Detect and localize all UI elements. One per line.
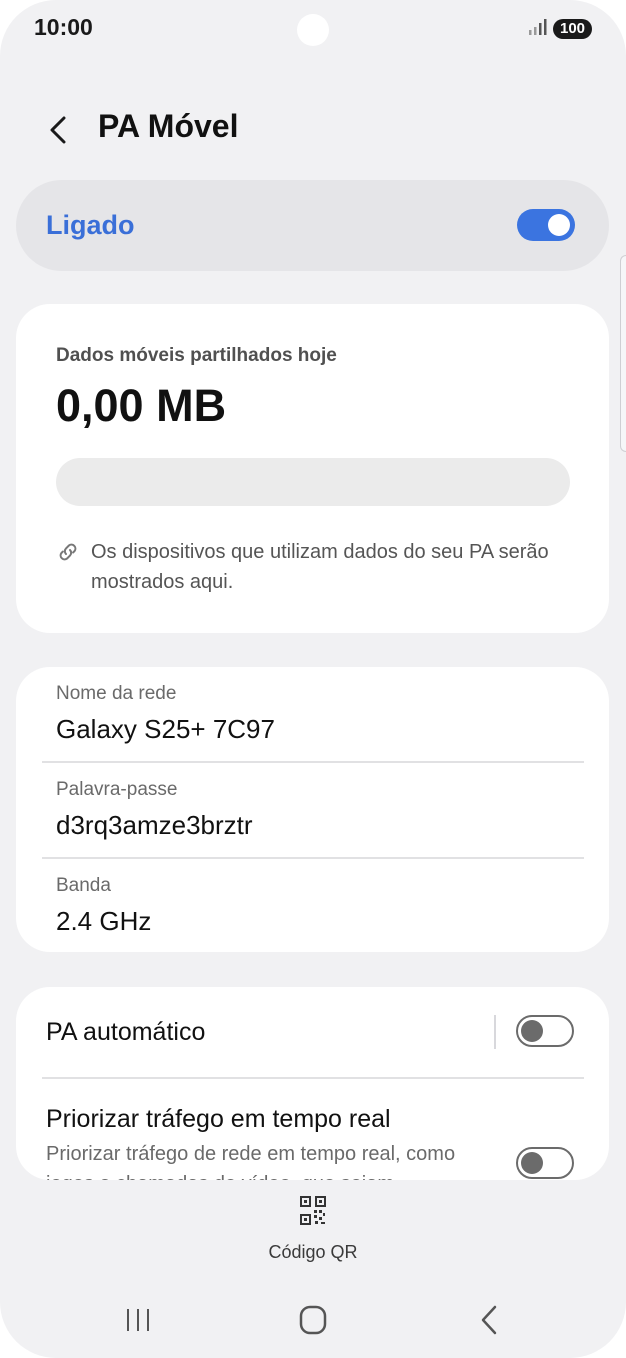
qr-code-icon [300, 1196, 326, 1225]
network-name-label: Nome da rede [56, 683, 177, 704]
password-label: Palavra-passe [56, 779, 178, 800]
usage-progress-bar [56, 458, 570, 506]
hotspot-status-label: Ligado [46, 210, 135, 240]
hotspot-switch[interactable] [517, 209, 575, 241]
battery-indicator: 100 [553, 19, 592, 39]
home-button[interactable] [283, 1290, 343, 1350]
recent-apps-icon [127, 1309, 149, 1331]
hotspot-master-toggle-row[interactable]: Ligado [16, 180, 609, 271]
data-usage-card: Dados móveis partilhados hoje 0,00 MB Os… [16, 304, 609, 633]
front-camera [297, 14, 329, 46]
auto-hotspot-switch[interactable] [516, 1015, 574, 1047]
vertical-divider [494, 1015, 496, 1049]
page-title: PA Móvel [98, 108, 239, 144]
chevron-left-icon [481, 1305, 497, 1335]
priority-traffic-title: Priorizar tráfego em tempo real [46, 1105, 391, 1133]
usage-value: 0,00 MB [56, 380, 227, 431]
qr-code-button[interactable]: Código QR [233, 1196, 393, 1266]
hotspot-settings-card: PA automático Priorizar tráfego em tempo… [16, 987, 609, 1180]
link-icon [59, 543, 77, 561]
band-row[interactable]: Banda 2.4 GHz [56, 875, 151, 937]
divider [42, 761, 584, 763]
scroll-indicator[interactable] [620, 255, 626, 452]
switch-knob [548, 214, 570, 236]
signal-icon [529, 19, 547, 35]
priority-traffic-switch[interactable] [516, 1147, 574, 1179]
status-bar: 10:00 100 [0, 0, 626, 60]
qr-code-label: Código QR [268, 1242, 358, 1262]
status-time: 10:00 [34, 14, 93, 40]
password-row[interactable]: Palavra-passe d3rq3amze3brztr [56, 779, 253, 841]
usage-label: Dados móveis partilhados hoje [56, 345, 337, 366]
switch-knob [521, 1152, 543, 1174]
connected-devices-text: Os dispositivos que utilizam dados do se… [91, 541, 549, 593]
network-name-row[interactable]: Nome da rede Galaxy S25+ 7C97 [56, 683, 275, 745]
switch-knob [521, 1020, 543, 1042]
recent-apps-button[interactable] [108, 1290, 168, 1350]
auto-hotspot-label: PA automático [46, 1018, 206, 1046]
network-details-card: Nome da rede Galaxy S25+ 7C97 Palavra-pa… [16, 667, 609, 952]
network-name-value: Galaxy S25+ 7C97 [56, 714, 275, 744]
divider [42, 1077, 584, 1079]
home-icon [299, 1305, 327, 1335]
screen: 10:00 100 PA Móvel Ligado Dados móveis p… [0, 0, 626, 1358]
app-header: PA Móvel [0, 100, 626, 160]
navigation-bar [0, 1290, 626, 1350]
divider [42, 857, 584, 859]
band-label: Banda [56, 875, 111, 896]
nav-back-button[interactable] [458, 1290, 518, 1350]
chevron-left-icon [50, 116, 66, 144]
back-button[interactable] [40, 108, 80, 152]
password-value: d3rq3amze3brztr [56, 810, 253, 840]
priority-traffic-description: Priorizar tráfego de rede em tempo real,… [46, 1143, 456, 1180]
band-value: 2.4 GHz [56, 906, 152, 936]
